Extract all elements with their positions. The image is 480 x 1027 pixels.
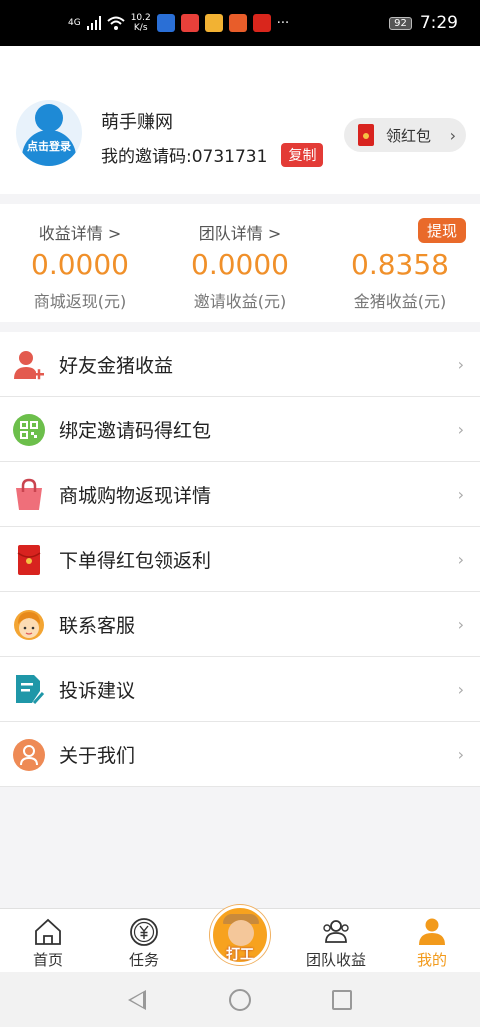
add-friend-icon <box>14 351 44 380</box>
tab-team-earnings[interactable]: 团队收益 <box>288 909 384 973</box>
customer-service-icon <box>14 610 44 640</box>
earnings-stats: 收益详情 > 0.0000 商城返现(元) 团队详情 > 0.0000 邀请收益… <box>0 204 480 322</box>
wifi-icon <box>107 16 125 30</box>
back-icon[interactable] <box>128 990 146 1010</box>
more-notifications-icon: ··· <box>276 15 290 31</box>
site-name: 萌手赚网 <box>101 112 173 133</box>
stat-label: 商城返现(元) <box>33 292 127 311</box>
profile-header: 点击登录 萌手赚网 我的邀请码:0731731 复制 领红包 › <box>0 46 480 194</box>
feedback-icon <box>16 675 45 705</box>
menu-item-customer-service[interactable]: 联系客服 › <box>0 592 480 657</box>
stat-value: 0.8358 <box>351 248 449 281</box>
profile-icon <box>419 918 445 945</box>
tab-label: 任务 <box>128 951 159 969</box>
team-detail-link[interactable]: 团队详情 > <box>160 220 320 244</box>
red-envelope-icon <box>358 124 374 146</box>
stat-label: 金猪收益(元) <box>353 292 447 311</box>
chevron-right-icon: › <box>457 614 464 634</box>
network-speed: 10.2 K/s <box>131 13 151 33</box>
clock: 7:29 <box>419 13 458 33</box>
app-notification-icon <box>156 14 175 32</box>
copy-button[interactable]: 复制 <box>281 142 324 167</box>
network-speed-unit: K/s <box>133 23 148 33</box>
worker-face <box>228 920 254 946</box>
menu-item-label: 商城购物返现详情 <box>59 484 212 507</box>
menu-item-mall-cashback-detail[interactable]: 商城购物返现详情 › <box>0 462 480 527</box>
home-circle-icon[interactable] <box>229 989 251 1011</box>
tab-label: 首页 <box>32 951 63 969</box>
chevron-right-icon: › <box>457 484 464 504</box>
stat-invite-earnings: 团队详情 > 0.0000 邀请收益(元) <box>160 204 320 322</box>
withdraw-button[interactable]: 提现 <box>417 218 466 243</box>
network-speed-value: 10.2 <box>130 13 151 23</box>
menu-item-label: 下单得红包领返利 <box>59 549 212 572</box>
menu-list: 好友金猪收益 › 绑定邀请码得红包 › 商城购物返现详情 › 下单得红包领返利 … <box>0 332 480 787</box>
tab-tasks[interactable]: 任务 <box>96 909 192 973</box>
status-right: 92 7:29 <box>389 13 458 33</box>
menu-item-friend-pig-earnings[interactable]: 好友金猪收益 › <box>0 332 480 397</box>
avatar-login-button[interactable]: 点击登录 <box>16 100 82 166</box>
tab-work[interactable]: 打工 <box>210 905 270 965</box>
stat-value: 0.0000 <box>191 248 289 281</box>
qr-code-icon <box>13 414 45 446</box>
menu-item-bind-invite-code[interactable]: 绑定邀请码得红包 › <box>0 397 480 462</box>
home-icon <box>35 918 61 945</box>
status-left: 4G 10.2 K/s ··· <box>68 13 389 33</box>
invite-code-row: 我的邀请码:0731731 复制 <box>101 142 324 167</box>
tab-label: 打工 <box>226 947 254 963</box>
network-type: 4G <box>68 18 81 28</box>
tab-label: 我的 <box>416 951 447 969</box>
battery-icon: 92 <box>389 16 412 30</box>
menu-item-label: 联系客服 <box>59 614 136 637</box>
recent-apps-icon[interactable] <box>332 990 352 1010</box>
red-envelope-icon <box>17 545 41 575</box>
stat-label: 邀请收益(元) <box>193 292 287 311</box>
chevron-right-icon: › <box>449 125 456 145</box>
chevron-right-icon: › <box>457 679 464 699</box>
tab-home[interactable]: 首页 <box>0 909 96 973</box>
stat-value: 0.0000 <box>31 248 129 281</box>
stat-golden-pig-earnings: 提现 0.8358 金猪收益(元) <box>320 204 480 322</box>
about-icon <box>13 739 45 771</box>
menu-item-order-redpack-rebate[interactable]: 下单得红包领返利 › <box>0 527 480 592</box>
app-notification-icon <box>252 14 271 32</box>
app-notification-icon <box>204 14 223 32</box>
tab-label: 团队收益 <box>305 951 366 969</box>
claim-redpack-label: 领红包 <box>386 126 432 145</box>
menu-item-label: 投诉建议 <box>59 679 136 702</box>
menu-item-label: 关于我们 <box>59 744 136 767</box>
menu-item-label: 绑定邀请码得红包 <box>59 419 212 442</box>
stat-mall-cashback: 收益详情 > 0.0000 商城返现(元) <box>0 204 160 322</box>
avatar-head <box>35 104 63 132</box>
chevron-right-icon: › <box>457 744 464 764</box>
chevron-right-icon: › <box>457 354 464 374</box>
chevron-right-icon: › <box>457 419 464 439</box>
status-bar: 4G 10.2 K/s ··· 92 7:29 <box>0 0 480 46</box>
menu-item-about-us[interactable]: 关于我们 › <box>0 722 480 787</box>
signal-icon <box>86 16 101 30</box>
invite-code: 我的邀请码:0731731 <box>101 147 268 167</box>
team-icon <box>323 920 349 943</box>
tab-mine[interactable]: 我的 <box>384 909 480 973</box>
earnings-detail-link[interactable]: 收益详情 > <box>0 220 160 244</box>
system-nav-bar <box>0 972 480 1027</box>
menu-item-feedback[interactable]: 投诉建议 › <box>0 657 480 722</box>
shopping-bag-icon <box>16 478 42 510</box>
avatar-login-label: 点击登录 <box>27 140 71 153</box>
app-notification-icon <box>180 14 199 32</box>
yuan-coin-icon <box>130 918 158 946</box>
menu-item-label: 好友金猪收益 <box>59 354 174 377</box>
chevron-right-icon: › <box>457 549 464 569</box>
app-notification-icon <box>228 14 247 32</box>
claim-redpack-button[interactable]: 领红包 › <box>344 118 466 152</box>
bottom-tab-bar: 首页 任务 打工 团队收益 我的 <box>0 905 480 973</box>
